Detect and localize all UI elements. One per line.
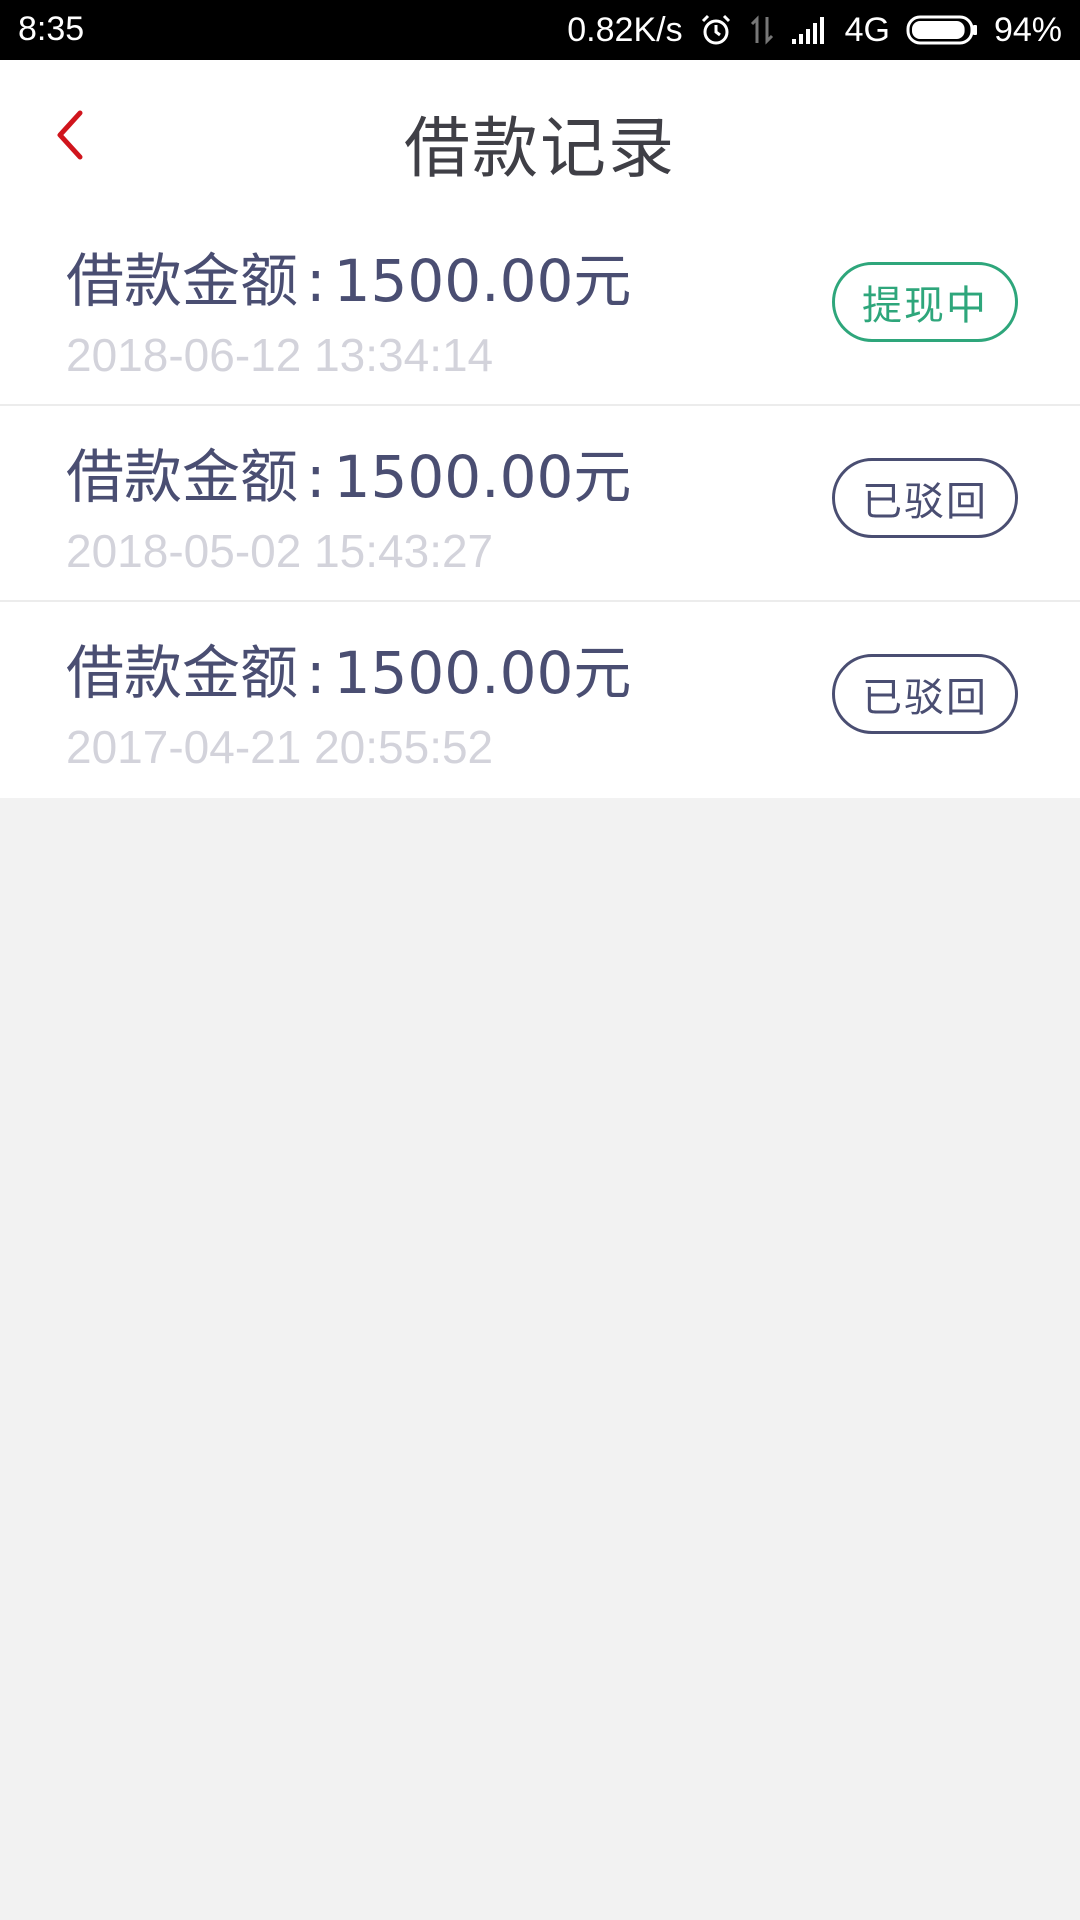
amount-label: 借款金额 [66, 639, 299, 707]
amount-label: 借款金额 [66, 443, 299, 511]
loan-record-row[interactable]: 借款金额:1500.00元 2018-06-12 13:34:14 提现中 [0, 210, 1080, 406]
battery-percent: 94% [993, 10, 1062, 49]
data-transfer-icon [749, 15, 775, 45]
record-date: 2018-05-02 15:43:27 [66, 525, 494, 577]
status-time: 8:35 [18, 10, 85, 48]
amount-colon: : [306, 247, 326, 315]
network-type: 4G [844, 10, 890, 49]
amount-value: 1500.00元 [333, 443, 632, 511]
signal-icon [791, 15, 829, 45]
amount-value: 1500.00元 [333, 639, 632, 707]
page-title: 借款记录 [404, 110, 676, 187]
amount-value: 1500.00元 [333, 247, 632, 315]
record-date: 2018-06-12 13:34:14 [66, 329, 494, 381]
loan-record-row[interactable]: 借款金额:1500.00元 2017-04-21 20:55:52 已驳回 [0, 602, 1080, 798]
app-header: 借款记录 [0, 60, 1080, 210]
status-badge: 提现中 [832, 262, 1018, 342]
status-icons: 0.82K/s 4G 94% [567, 8, 1062, 52]
amount-line: 借款金额:1500.00元 [66, 234, 631, 318]
record-date: 2017-04-21 20:55:52 [66, 721, 494, 773]
status-badge: 已驳回 [832, 654, 1018, 734]
status-badge: 已驳回 [832, 458, 1018, 538]
amount-colon: : [306, 639, 326, 707]
amount-label: 借款金额 [66, 247, 299, 315]
amount-line: 借款金额:1500.00元 [66, 430, 631, 514]
loan-record-row[interactable]: 借款金额:1500.00元 2018-05-02 15:43:27 已驳回 [0, 406, 1080, 602]
battery-icon [906, 14, 978, 46]
net-speed: 0.82K/s [567, 10, 683, 49]
alarm-icon [699, 13, 733, 47]
amount-colon: : [306, 443, 326, 511]
status-bar: 8:35 0.82K/s 4G 94% [0, 0, 1080, 60]
loan-record-list: 借款金额:1500.00元 2018-06-12 13:34:14 提现中 借款… [0, 210, 1080, 798]
amount-line: 借款金额:1500.00元 [66, 626, 631, 710]
